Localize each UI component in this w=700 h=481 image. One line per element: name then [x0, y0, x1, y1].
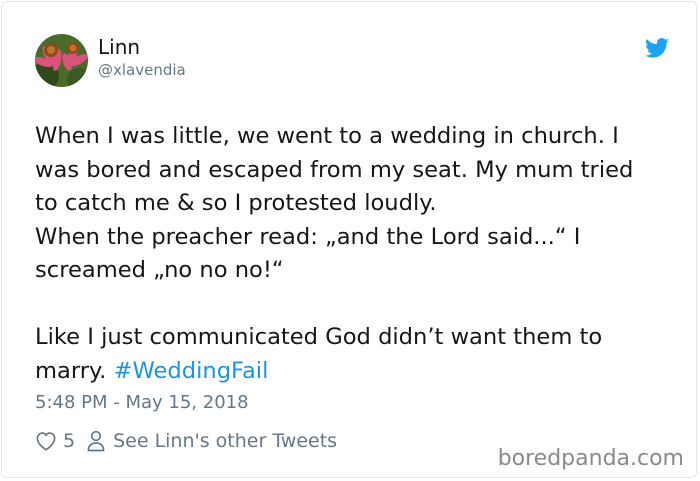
tweet-line: Like I just communicated God didn’t want… — [35, 324, 603, 350]
tweet-line: was bored and escaped from my seat. My m… — [35, 156, 634, 183]
tweet-line: to catch me & so I protested loudly. — [35, 190, 437, 216]
tweet-actions: 5 See Linn's other Tweets — [35, 427, 337, 455]
tweet-line: screamed „no no no!“ — [35, 257, 284, 283]
tweet-card: Linn @xlavendia When I was little, we we… — [1, 1, 697, 478]
paragraph-break — [35, 288, 685, 322]
hashtag-link[interactable]: #WeddingFail — [114, 358, 269, 384]
like-count: 5 — [63, 430, 76, 452]
heart-outline-icon — [36, 432, 56, 451]
tweet-line: When I was little, we went to a wedding … — [35, 123, 619, 149]
see-other-tweets-label: See Linn's other Tweets — [113, 430, 338, 452]
tweet-line-text: marry. — [35, 357, 107, 384]
twitter-bird-icon[interactable] — [645, 38, 669, 58]
like-button[interactable]: 5 — [35, 430, 75, 452]
watermark: boredpanda.com — [497, 446, 684, 471]
avatar-coneflower-photo — [35, 34, 88, 87]
display-name[interactable]: Linn — [98, 35, 140, 59]
tweet-line: When the preacher read: „and the Lord sa… — [35, 223, 581, 250]
tweet-timestamp[interactable]: 5:48 PM - May 15, 2018 — [35, 391, 249, 415]
person-outline-icon — [87, 430, 105, 452]
user-handle[interactable]: @xlavendia — [98, 60, 186, 80]
avatar[interactable] — [35, 34, 88, 87]
tweet-line-last: marry. #WeddingFail — [35, 355, 685, 389]
tweet-text: When I was little, we went to a wedding … — [35, 120, 685, 388]
see-other-tweets-link[interactable]: See Linn's other Tweets — [87, 430, 337, 452]
